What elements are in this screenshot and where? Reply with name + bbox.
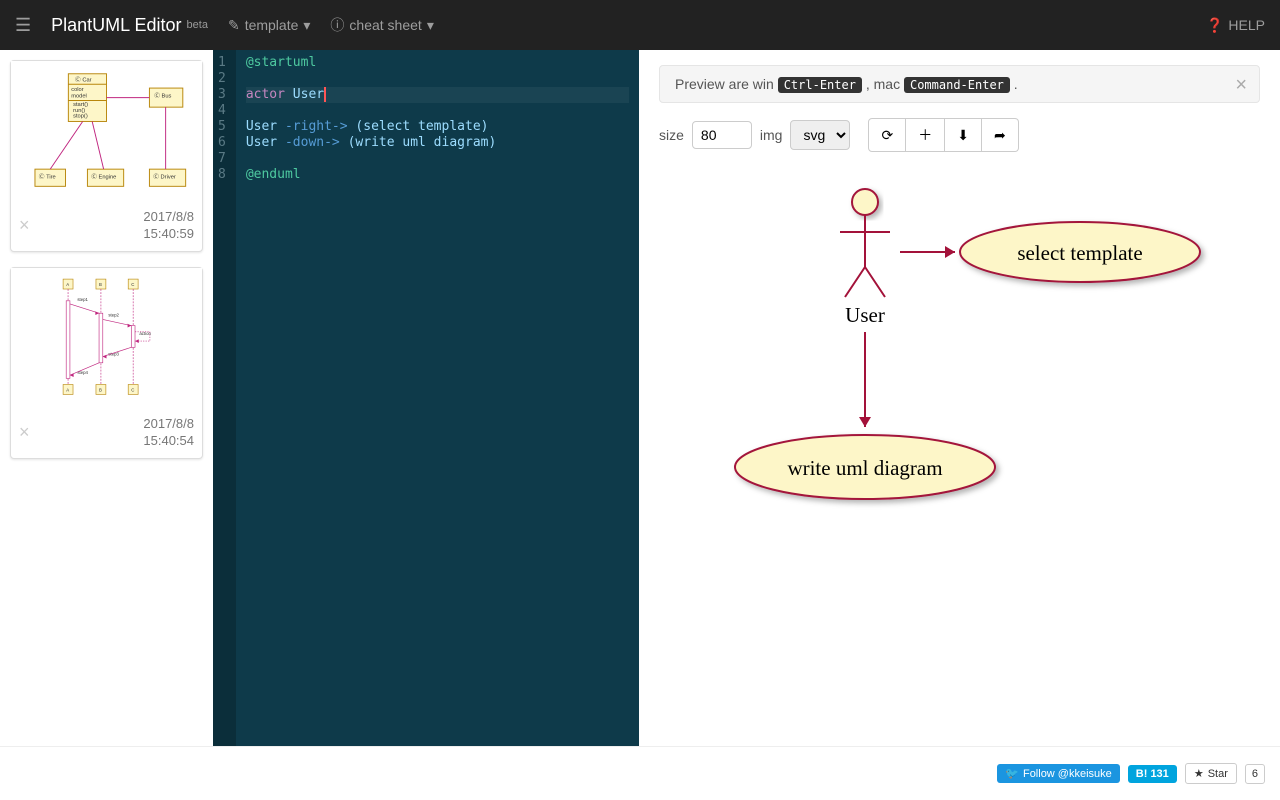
usecase-label: write uml diagram (787, 456, 942, 480)
history-item[interactable]: A B C A B C step1 step2 (10, 267, 203, 459)
navbar: ☰ PlantUML Editor beta ✎ template ▾ ⓘ ch… (0, 0, 1280, 50)
img-label: img (760, 127, 783, 143)
close-icon[interactable]: × (1235, 74, 1247, 97)
kbd-shortcut: Ctrl-Enter (778, 77, 862, 93)
question-icon: ❓ (1206, 17, 1223, 34)
history-sidebar: Ⓒ Car color model start() run() stop() Ⓒ… (0, 50, 213, 746)
size-input[interactable] (692, 121, 752, 149)
add-button[interactable]: ＋ (906, 118, 945, 152)
preview-hint-alert: Preview are win Ctrl-Enter , mac Command… (659, 65, 1260, 103)
download-button[interactable]: ⬇ (945, 118, 982, 152)
hamburger-icon[interactable]: ☰ (15, 15, 31, 36)
star-icon: ★ (1194, 767, 1204, 780)
kbd-shortcut: Command-Enter (904, 77, 1010, 93)
svg-text:Ⓒ Bus: Ⓒ Bus (154, 92, 171, 100)
hatena-button[interactable]: B! 131 (1128, 765, 1177, 783)
svg-text:Ⓒ Engine: Ⓒ Engine (91, 173, 116, 181)
refresh-button[interactable]: ⟳ (868, 118, 906, 152)
twitter-follow-button[interactable]: 🐦 Follow @kkeisuke (997, 764, 1120, 783)
svg-text:model: model (71, 94, 87, 100)
github-star-button[interactable]: ★ Star (1185, 763, 1237, 784)
preview-toolbar: size img svg ⟳ ＋ ⬇ ➦ (659, 118, 1260, 152)
svg-text:B: B (99, 282, 102, 287)
history-timestamp: 2017/8/8 15:40:54 (143, 416, 194, 450)
history-thumbnail: Ⓒ Car color model start() run() stop() Ⓒ… (11, 61, 202, 201)
img-format-select[interactable]: svg (790, 120, 850, 150)
svg-text:Ⓒ Car: Ⓒ Car (75, 75, 92, 83)
svg-text:B: B (99, 387, 102, 392)
caret-down-icon: ▾ (303, 17, 310, 34)
footer: 🐦 Follow @kkeisuke B! 131 ★ Star 6 (0, 746, 1280, 800)
actor-label: User (845, 303, 885, 327)
github-star-count: 6 (1245, 764, 1265, 784)
preview-pane: Preview are win Ctrl-Enter , mac Command… (639, 50, 1280, 746)
beta-label: beta (187, 19, 208, 31)
svg-text:Ⓒ Tire: Ⓒ Tire (39, 173, 56, 181)
close-icon[interactable]: × (19, 422, 30, 443)
svg-text:color: color (71, 87, 83, 93)
edit-icon: ✎ (228, 17, 240, 34)
svg-text:stop(): stop() (73, 114, 88, 120)
diagram-output: User select template write uml diagram (659, 172, 1260, 532)
app-title: PlantUML Editor beta (51, 15, 208, 36)
twitter-icon: 🐦 (1005, 767, 1019, 780)
cheatsheet-dropdown[interactable]: ⓘ cheat sheet ▾ (330, 15, 433, 35)
svg-text:A: A (66, 387, 69, 392)
template-dropdown[interactable]: ✎ template ▾ (228, 17, 310, 34)
svg-text:step1: step1 (77, 297, 88, 302)
download-icon: ⬇ (957, 127, 969, 144)
help-button[interactable]: ❓ HELP (1206, 17, 1265, 34)
svg-text:Ⓒ Driver: Ⓒ Driver (153, 173, 176, 181)
info-icon: ⓘ (330, 15, 344, 35)
close-icon[interactable]: × (19, 215, 30, 236)
share-button[interactable]: ➦ (982, 118, 1019, 152)
size-label: size (659, 127, 684, 143)
caret-down-icon: ▾ (427, 17, 434, 34)
plus-icon: ＋ (918, 125, 932, 145)
line-gutter: 12345678 (213, 50, 236, 746)
history-thumbnail: A B C A B C step1 step2 (11, 268, 202, 408)
share-icon: ➦ (994, 127, 1006, 144)
main: Ⓒ Car color model start() run() stop() Ⓒ… (0, 50, 1280, 746)
history-timestamp: 2017/8/8 15:40:59 (143, 209, 194, 243)
svg-text:C: C (131, 282, 134, 287)
code-editor[interactable]: 12345678 @startumlactor UserUser -right-… (213, 50, 639, 746)
title-text: PlantUML Editor (51, 15, 181, 36)
svg-text:step4: step4 (77, 370, 88, 375)
svg-text:step2: step2 (108, 312, 119, 317)
history-item[interactable]: Ⓒ Car color model start() run() stop() Ⓒ… (10, 60, 203, 252)
svg-text:step3: step3 (108, 351, 119, 356)
usecase-label: select template (1017, 241, 1142, 265)
svg-text:A: A (66, 282, 69, 287)
refresh-icon: ⟳ (881, 127, 893, 144)
code-area[interactable]: @startumlactor UserUser -right-> (select… (236, 50, 639, 746)
svg-text:C: C (131, 387, 134, 392)
